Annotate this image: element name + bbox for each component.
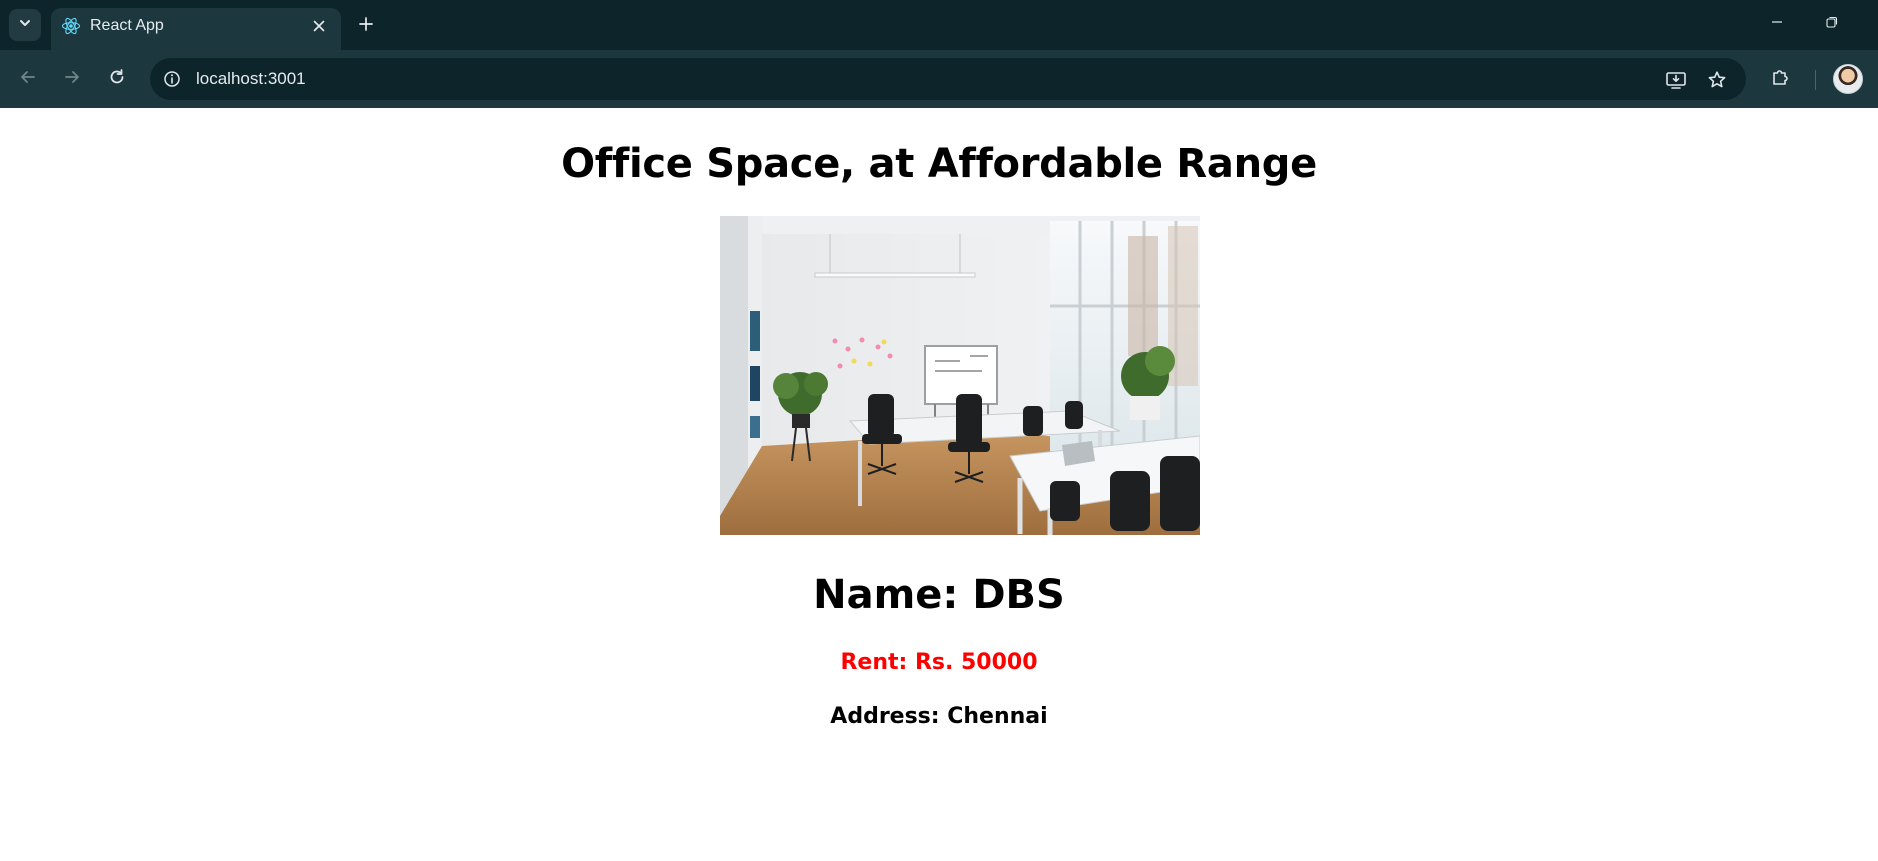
star-icon[interactable] bbox=[1704, 67, 1730, 93]
minimize-button[interactable] bbox=[1757, 8, 1797, 40]
restore-icon bbox=[1825, 15, 1839, 34]
address-bar[interactable]: localhost:3001 bbox=[150, 58, 1746, 100]
toolbar-divider bbox=[1815, 70, 1816, 90]
back-button[interactable] bbox=[12, 63, 44, 95]
restore-button[interactable] bbox=[1812, 8, 1852, 40]
arrow-right-icon bbox=[63, 68, 81, 91]
reload-button[interactable] bbox=[101, 63, 133, 95]
office-photo-illustration bbox=[720, 216, 1200, 535]
page-title: Office Space, at Affordable Range bbox=[561, 141, 1317, 187]
arrow-left-icon bbox=[19, 68, 37, 91]
office-address: Address: Chennai bbox=[830, 704, 1048, 729]
page-content: Office Space, at Affordable Range Name: … bbox=[0, 108, 1878, 861]
forward-button[interactable] bbox=[56, 63, 88, 95]
react-logo-icon bbox=[61, 16, 81, 36]
browser-tab-bar: React App bbox=[0, 0, 1878, 50]
close-icon[interactable] bbox=[307, 14, 331, 38]
minimize-icon bbox=[1770, 15, 1784, 34]
extensions-button[interactable] bbox=[1764, 63, 1796, 95]
chevron-down-icon bbox=[18, 16, 32, 35]
tab-title: React App bbox=[90, 17, 164, 34]
plus-icon bbox=[358, 16, 374, 37]
avatar[interactable] bbox=[1833, 64, 1863, 94]
install-app-icon[interactable] bbox=[1663, 67, 1689, 93]
puzzle-icon bbox=[1770, 67, 1790, 92]
tab-search-button[interactable] bbox=[9, 9, 41, 41]
tab-react-app[interactable]: React App bbox=[51, 8, 341, 50]
new-tab-button[interactable] bbox=[352, 12, 380, 40]
reload-icon bbox=[108, 68, 126, 91]
browser-toolbar: localhost:3001 bbox=[0, 50, 1878, 158]
office-name: Name: DBS bbox=[813, 572, 1065, 618]
office-rent: Rent: Rs. 50000 bbox=[840, 650, 1038, 675]
office-image bbox=[720, 216, 1200, 535]
info-icon[interactable] bbox=[160, 67, 184, 91]
url-text[interactable]: localhost:3001 bbox=[196, 69, 306, 89]
